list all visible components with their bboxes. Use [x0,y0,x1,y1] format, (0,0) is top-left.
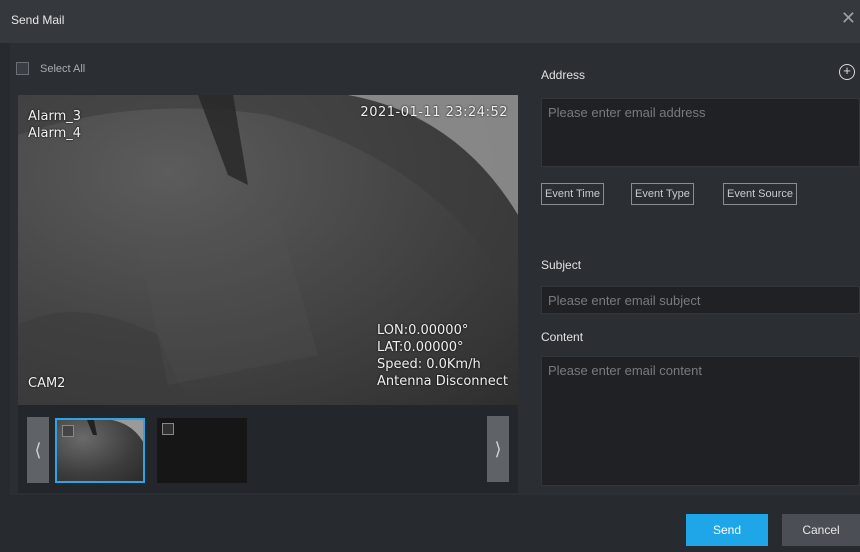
alarm-overlay: Alarm_3 Alarm_4 [28,108,81,142]
cancel-button[interactable]: Cancel [782,514,860,546]
send-mail-dialog: Send Mail ✕ Select All Alarm_3 Alarm_4 2… [0,0,860,552]
gps-line: LAT:0.00000° [376,340,464,355]
tag-event-type[interactable]: Event Type [631,183,694,205]
dialog-title: Send Mail [11,13,65,27]
gps-line: Speed: 0.0Km/h [376,357,481,372]
send-button[interactable]: Send [686,514,768,546]
thumbnail[interactable] [157,418,247,483]
snapshot-preview: Alarm_3 Alarm_4 2021-01-11 23:24:52 CAM2… [18,95,518,405]
add-address-icon[interactable]: + [839,64,855,80]
address-label: Address [541,68,586,82]
close-icon[interactable]: ✕ [841,9,856,27]
title-bar: Send Mail ✕ [0,0,860,43]
thumbnail-checkbox[interactable] [162,423,174,435]
tag-event-time[interactable]: Event Time [541,183,605,205]
gps-line: LON:0.00000° [376,323,469,338]
select-all-label: Select All [40,62,86,75]
subject-label: Subject [541,258,582,272]
checkbox-icon[interactable] [16,62,29,75]
camera-label: CAM2 [28,376,66,391]
address-input[interactable] [541,98,860,167]
subject-input[interactable] [541,286,860,314]
content-label: Content [541,330,584,344]
alarm-line: Alarm_3 [28,109,82,124]
content-input[interactable] [541,356,860,486]
next-button[interactable]: ⟩ [487,416,509,482]
select-all-checkbox[interactable]: Select All [16,62,85,75]
gps-line: Antenna Disconnect [376,374,508,389]
thumbnail-selected[interactable] [55,418,145,483]
thumbnail-checkbox[interactable] [62,425,74,437]
alarm-line: Alarm_4 [28,126,82,141]
previous-button[interactable]: ⟨ [27,417,49,483]
tag-event-source[interactable]: Event Source [723,183,798,205]
gps-overlay: LON:0.00000° LAT:0.00000° Speed: 0.0Km/h… [377,322,508,390]
timestamp-overlay: 2021-01-11 23:24:52 [360,105,508,120]
